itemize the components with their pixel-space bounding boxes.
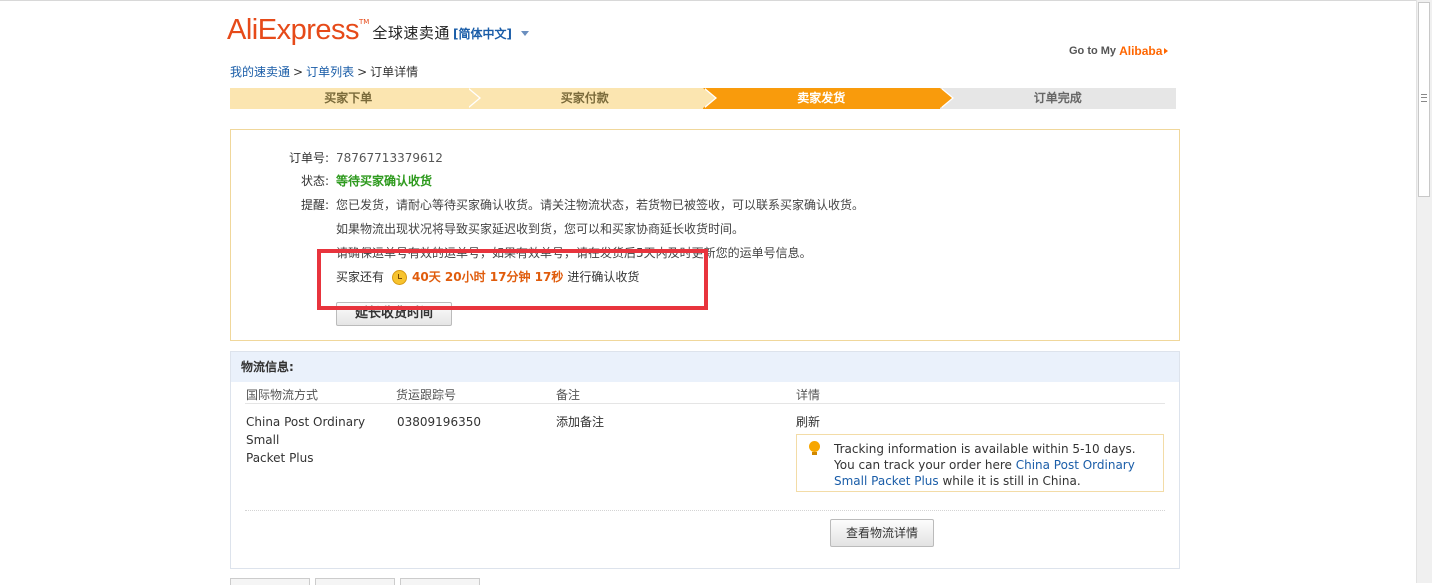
add-note-link[interactable]: 添加备注 xyxy=(556,413,604,431)
refresh-link[interactable]: 刷新 xyxy=(796,413,820,431)
step-buyer-payment: 买家付款 xyxy=(466,88,717,109)
breadcrumb-order-list-link[interactable]: 订单列表 xyxy=(306,65,354,79)
goto-label: Go to My xyxy=(1069,45,1117,57)
tip-line-3: 请确保运单号有效的运单号，如果有效单号，请在发货后5天内及时更新您的运单号信息。 xyxy=(336,246,812,260)
breadcrumb-home-link[interactable]: 我的速卖通 xyxy=(230,65,290,79)
status-label: 状态: xyxy=(300,174,329,188)
extend-receipt-time-button[interactable]: 延长收货时间 xyxy=(336,302,452,326)
go-to-my-alibaba-link[interactable]: Go to My Alibaba xyxy=(1069,44,1169,58)
confirm-countdown: 买家还有 40天 20小时 17分钟 17秒 进行确认收货 xyxy=(336,269,639,285)
step-label: 买家付款 xyxy=(560,91,609,105)
chevron-down-icon xyxy=(520,31,529,36)
logistics-panel: 物流信息: 国际物流方式 货运跟踪号 备注 详情 China Post Ordi… xyxy=(230,351,1180,569)
tracking-info-text: Tracking information is available within… xyxy=(834,441,1156,489)
column-header-tracking: 货运跟踪号 xyxy=(396,388,457,402)
logo-trademark: TM xyxy=(359,18,370,26)
language-label: [简体中文] xyxy=(453,27,512,41)
order-info-panel: 订单号: 78767713379612 状态: 等待买家确认收货 提醒: 您已发… xyxy=(230,129,1180,341)
clock-icon xyxy=(392,269,408,285)
arrow-right-icon xyxy=(1164,48,1169,54)
breadcrumb: 我的速卖通 > 订单列表 > 订单详情 xyxy=(230,63,418,80)
table-divider xyxy=(245,403,1165,404)
bottom-tab[interactable] xyxy=(315,578,395,585)
tracking-info-post: while it is still in China. xyxy=(942,474,1081,488)
countdown-time: 40天 20小时 17分钟 17秒 xyxy=(412,270,564,284)
shipping-method-line-1: China Post Ordinary Small xyxy=(246,415,366,447)
step-order-complete: 订单完成 xyxy=(939,88,1176,109)
logo-chinese-name: 全球速卖通 xyxy=(372,24,450,42)
step-label: 订单完成 xyxy=(1033,91,1082,105)
alibaba-brand: Alibaba xyxy=(1119,44,1163,58)
tip-line-2: 如果物流出现状况将导致买家延迟收到货，您可以和买家协商延长收货时间。 xyxy=(336,222,745,236)
status-value: 等待买家确认收货 xyxy=(336,174,433,188)
logo-text: AliExpress xyxy=(227,14,360,46)
aliexpress-logo[interactable]: AliExpress TM 全球速卖通 xyxy=(227,14,450,46)
order-number-value: 78767713379612 xyxy=(336,151,443,165)
step-buyer-order: 买家下单 xyxy=(230,88,481,109)
step-label: 买家下单 xyxy=(324,91,373,105)
row-divider xyxy=(245,510,1165,511)
tip-line-1: 您已发货，请耐心等待买家确认收货。请关注物流状态，若货物已被签收，可以联系买家确… xyxy=(336,198,865,212)
tip-label: 提醒: xyxy=(300,198,329,212)
shipping-method-cell: China Post Ordinary Small Packet Plus xyxy=(246,413,396,467)
step-label: 卖家发货 xyxy=(797,91,846,105)
scroll-grip-icon xyxy=(1421,94,1427,102)
top-border xyxy=(0,0,1416,1)
step-seller-shipment: 卖家发货 xyxy=(703,88,954,109)
order-progress-steps: 买家下单 买家付款 卖家发货 订单完成 xyxy=(230,88,1176,109)
countdown-prefix: 买家还有 xyxy=(336,270,385,284)
lightbulb-icon xyxy=(809,441,820,455)
bottom-tab[interactable] xyxy=(400,578,480,585)
logistics-title: 物流信息: xyxy=(231,352,1179,382)
shipping-method-line-2: Packet Plus xyxy=(246,451,314,465)
breadcrumb-separator: > xyxy=(357,65,368,79)
breadcrumb-separator: > xyxy=(293,65,304,79)
order-number-label: 订单号: xyxy=(288,151,329,165)
countdown-suffix: 进行确认收货 xyxy=(567,270,640,284)
tracking-number: 03809196350 xyxy=(397,415,481,429)
column-header-method: 国际物流方式 xyxy=(246,388,319,402)
breadcrumb-current: 订单详情 xyxy=(370,65,419,79)
language-selector[interactable]: [简体中文] xyxy=(453,25,529,42)
bottom-tab[interactable] xyxy=(230,578,310,585)
column-header-detail: 详情 xyxy=(796,388,821,402)
column-header-note: 备注 xyxy=(556,388,581,402)
tracking-info-notice: Tracking information is available within… xyxy=(796,434,1164,492)
view-logistics-details-button[interactable]: 查看物流详情 xyxy=(830,519,934,547)
